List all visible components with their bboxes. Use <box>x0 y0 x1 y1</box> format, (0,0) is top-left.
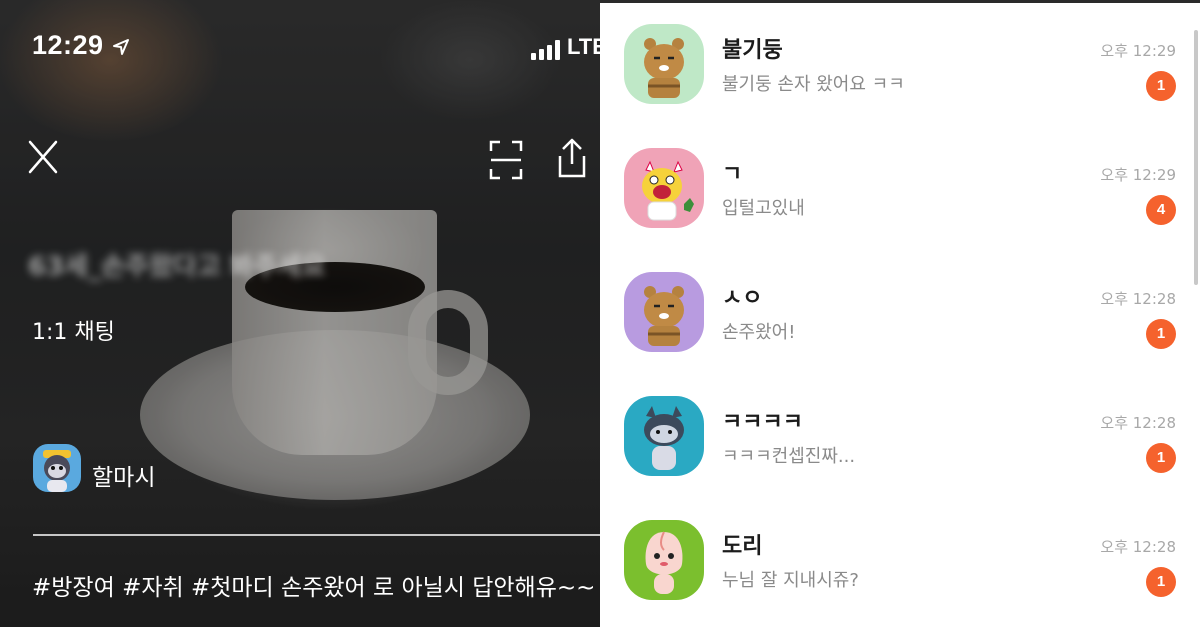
chat-last-message: 불기둥 손자 왔어요 ㅋㅋ <box>722 74 905 95</box>
chat-last-message: 손주왔어! <box>722 322 796 343</box>
unread-badge: 1 <box>1146 71 1176 101</box>
ryan-character-icon <box>644 286 684 346</box>
status-time: 12:29 <box>32 30 104 60</box>
chat-list-item[interactable]: ㄱ 입털고있내 오후 12:29 4 <box>600 124 1200 248</box>
share-icon[interactable] <box>555 138 589 180</box>
close-icon[interactable] <box>28 140 58 174</box>
chat-list-panel: 불기둥 불기둥 손자 왔어요 ㅋㅋ 오후 12:29 1 ㄱ 입털고있내 오후 … <box>600 0 1200 627</box>
chat-name: ㄱ <box>722 162 743 187</box>
neo-character-icon <box>43 450 71 492</box>
chat-timestamp: 오후 12:29 <box>1100 42 1176 60</box>
chat-list-item[interactable]: ㅋㅋㅋㅋ ㅋㅋㅋ컨셉진짜... 오후 12:28 1 <box>600 372 1200 496</box>
chat-name: ㅅㅇ <box>722 286 763 311</box>
chat-list-item[interactable]: 불기둥 불기둥 손자 왔어요 ㅋㅋ 오후 12:29 1 <box>600 0 1200 124</box>
chat-avatar <box>624 396 704 476</box>
chat-timestamp: 오후 12:28 <box>1100 414 1176 432</box>
host-name: 할마시 <box>92 465 156 491</box>
hashtags: #방장여 #자취 #첫마디 손주왔어 로 아닐시 답안해유~~ <box>32 575 596 601</box>
apeach-character-icon <box>645 531 683 594</box>
unread-badge: 4 <box>1146 195 1176 225</box>
divider <box>33 534 600 536</box>
unread-badge: 1 <box>1146 443 1176 473</box>
unread-badge: 1 <box>1146 319 1176 349</box>
ryan-character-icon <box>644 38 684 98</box>
chat-last-message: 입털고있내 <box>722 198 805 219</box>
chat-timestamp: 오후 12:28 <box>1100 538 1176 556</box>
chat-avatar <box>624 24 704 104</box>
signal-strength-icon <box>531 40 560 60</box>
neo-character-icon <box>644 406 684 470</box>
chat-timestamp: 오후 12:28 <box>1100 290 1176 308</box>
chat-list-item[interactable]: 도리 누님 잘 지내시쥬? 오후 12:28 1 <box>600 496 1200 620</box>
open-chat-profile-panel: 12:29 LTE 63세_손주왔다고 봐주세요 1:1 채팅 할마시 #방장여… <box>0 0 600 627</box>
chat-last-message: ㅋㅋㅋ컨셉진짜... <box>722 446 856 467</box>
chat-room-title: 63세_손주왔다고 봐주세요 <box>28 252 326 282</box>
chat-last-message: 누님 잘 지내시쥬? <box>722 570 859 591</box>
network-type: LTE <box>567 34 600 59</box>
muzi-character-icon <box>642 160 694 221</box>
chat-list-item[interactable]: ㅅㅇ 손주왔어! 오후 12:28 1 <box>600 248 1200 372</box>
chat-type-label: 1:1 채팅 <box>32 320 115 345</box>
chat-avatar <box>624 148 704 228</box>
chat-avatar <box>624 272 704 352</box>
chat-name: 도리 <box>722 534 763 559</box>
fullscreen-icon[interactable] <box>489 140 523 180</box>
chat-name: 불기둥 <box>722 38 783 63</box>
chat-name: ㅋㅋㅋㅋ <box>722 410 803 435</box>
location-arrow-icon <box>113 39 129 55</box>
host-avatar[interactable] <box>33 444 81 492</box>
chat-timestamp: 오후 12:29 <box>1100 166 1176 184</box>
unread-badge: 1 <box>1146 567 1176 597</box>
chat-avatar <box>624 520 704 600</box>
